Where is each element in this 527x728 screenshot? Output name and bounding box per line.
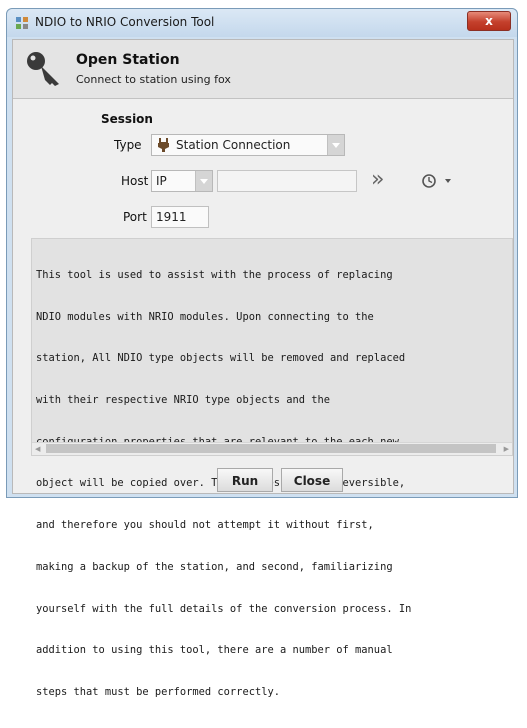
description-line: with their respective NRIO type objects …	[36, 393, 331, 406]
dialog-window: NDIO to NRIO Conversion Tool x Open Stat…	[6, 8, 518, 698]
description-line: This tool is used to assist with the pro…	[36, 268, 393, 281]
header-panel: Open Station Connect to station using fo…	[13, 40, 513, 99]
header-title: Open Station	[76, 52, 180, 68]
type-value: Station Connection	[176, 138, 291, 152]
port-label: Port	[123, 210, 147, 224]
description-line: yourself with the full details of the co…	[36, 602, 412, 615]
description-textarea[interactable]: This tool is used to assist with the pro…	[31, 238, 513, 698]
header-subtitle: Connect to station using fox	[76, 73, 231, 86]
session-heading: Session	[101, 112, 153, 126]
description-line: steps that must be performed correctly.	[36, 686, 280, 698]
app-icon	[16, 17, 28, 29]
type-select[interactable]: Station Connection	[151, 134, 345, 156]
go-double-chevron-icon[interactable]: »	[371, 169, 391, 192]
scroll-right-icon[interactable]: ▶	[504, 445, 509, 453]
port-input[interactable]: 1911	[151, 206, 209, 228]
dialog-content: Open Station Connect to station using fo…	[12, 39, 514, 698]
history-clock-icon[interactable]	[421, 173, 437, 189]
station-plug-icon	[158, 138, 169, 152]
description-text: This tool is used to assist with the pro…	[36, 241, 510, 728]
scroll-left-icon[interactable]: ◀	[35, 445, 40, 453]
scrollbar-thumb[interactable]	[46, 444, 496, 453]
key-icon	[27, 52, 59, 86]
type-label: Type	[114, 138, 142, 152]
description-line: NDIO modules with NRIO modules. Upon con…	[36, 310, 374, 323]
description-line: station, All NDIO type objects will be r…	[36, 352, 406, 365]
chevron-down-icon[interactable]	[327, 135, 344, 155]
close-window-button[interactable]: x	[467, 11, 511, 31]
description-line: making a backup of the station, and seco…	[36, 560, 393, 573]
window-title: NDIO to NRIO Conversion Tool	[35, 15, 215, 29]
host-label: Host	[121, 174, 149, 188]
title-bar[interactable]: NDIO to NRIO Conversion Tool x	[7, 9, 517, 37]
description-line: object will be copied over. This process…	[36, 477, 406, 490]
history-dropdown-icon[interactable]	[445, 179, 451, 183]
chevron-down-icon[interactable]	[195, 171, 212, 191]
close-button[interactable]: Close	[281, 468, 343, 492]
run-button[interactable]: Run	[217, 468, 273, 492]
horizontal-scrollbar[interactable]: ◀ ▶	[32, 442, 512, 455]
description-line: addition to using this tool, there are a…	[36, 644, 393, 657]
host-protocol-select[interactable]: IP	[151, 170, 213, 192]
host-address-input[interactable]	[217, 170, 357, 192]
description-line: and therefore you should not attempt it …	[36, 519, 374, 532]
host-protocol-value: IP	[156, 174, 167, 188]
